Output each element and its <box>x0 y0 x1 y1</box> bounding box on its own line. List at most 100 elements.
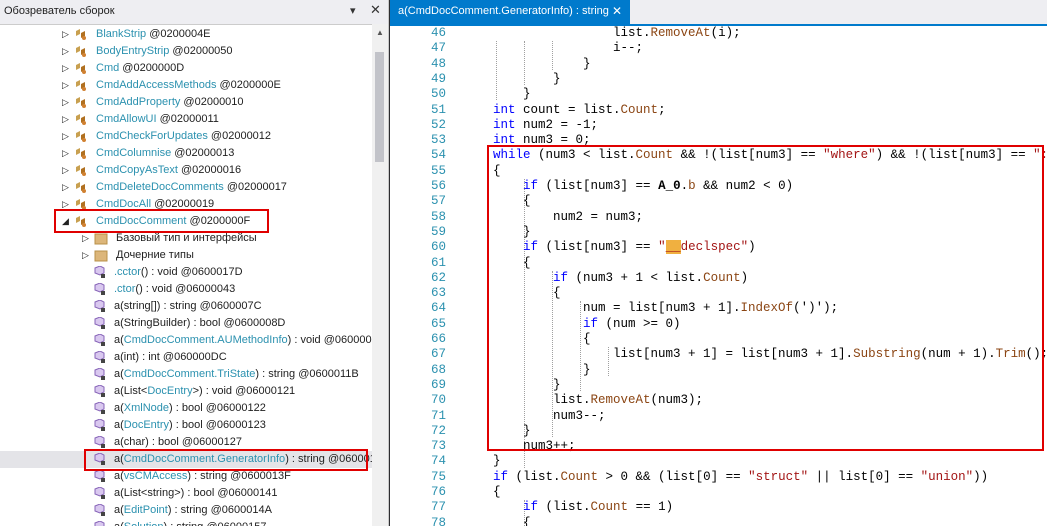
tab-close-icon[interactable]: ✕ <box>612 4 622 18</box>
tree-method-item[interactable]: a(Solution) : string @06000157 <box>0 519 372 526</box>
expand-arrow-icon[interactable]: ▷ <box>62 179 72 196</box>
tree-item-name: Cmd <box>96 62 120 74</box>
line-number: 71 <box>430 408 446 423</box>
code-line[interactable]: } <box>493 454 501 468</box>
tree-class-item[interactable]: ▷ Cmd @0200000D <box>0 60 372 77</box>
code-line[interactable]: { <box>493 516 531 526</box>
method-icon <box>92 282 106 296</box>
tree-item-label-part: a(int) : int @060000DC <box>114 351 227 363</box>
tree-method-item[interactable]: a(XmlNode) : bool @06000122 <box>0 400 372 417</box>
tree-class-item[interactable]: ▷ CmdAllowUI @02000011 <box>0 111 372 128</box>
tree-scrollbar[interactable]: ▲ <box>372 24 388 526</box>
code-line[interactable]: if (list.Count > 0 && (list[0] == "struc… <box>493 470 988 484</box>
tree-class-item[interactable]: ▷ CmdColumnise @02000013 <box>0 145 372 162</box>
tree-method-item[interactable]: a(List<string>) : bool @06000141 <box>0 485 372 502</box>
tree-item-label-part: Solution <box>124 521 164 526</box>
scrollbar-thumb[interactable] <box>375 52 384 162</box>
line-number: 62 <box>430 270 446 285</box>
expand-arrow-icon[interactable]: ▷ <box>62 111 72 128</box>
tree-item-label-part: a(List<string>) : bool @06000141 <box>114 487 278 499</box>
expand-arrow-icon[interactable]: ▷ <box>62 162 72 179</box>
code-line[interactable]: int count = list.Count; <box>493 103 666 117</box>
tree-item-label: a(DocEntry) : bool @06000123 <box>114 417 266 434</box>
expand-arrow-icon[interactable]: ▷ <box>62 26 72 43</box>
tree-class-item[interactable]: ▷ CmdAddProperty @02000010 <box>0 94 372 111</box>
method-icon <box>92 520 106 526</box>
method-icon <box>92 418 106 432</box>
tree-item-label: BodyEntryStrip @02000050 <box>96 43 233 60</box>
tree-item-label: a(CmdDocComment.TriState) : string @0600… <box>114 366 359 383</box>
tree-class-item[interactable]: ▷ CmdCheckForUpdates @02000012 <box>0 128 372 145</box>
tree-item-address: @02000012 <box>207 130 272 142</box>
tree-item-label: BlankStrip @0200004E <box>96 26 211 43</box>
tree-method-item[interactable]: a(CmdDocComment.TriState) : string @0600… <box>0 366 372 383</box>
code-line[interactable]: } <box>493 57 591 71</box>
line-number: 48 <box>430 56 446 71</box>
expand-arrow-icon[interactable]: ▷ <box>82 247 92 264</box>
code-line[interactable]: int num2 = -1; <box>493 118 598 132</box>
tree-item-address: @02000011 <box>156 113 219 125</box>
tree-method-item[interactable]: a(DocEntry) : bool @06000123 <box>0 417 372 434</box>
assembly-explorer-panel: Обозреватель сборок ▾ ✕ ▷ BlankStrip @020… <box>0 0 389 526</box>
tree-item-label-part: ) : string @0600014A <box>167 504 272 516</box>
tree-item-label-part: a( <box>114 521 124 526</box>
tree-item-name: Базовый тип и интерфейсы <box>116 232 257 244</box>
tree-item-label-part: a( <box>114 368 124 380</box>
folder-icon <box>94 249 108 262</box>
tree-item-label-part: ) : string @0600011B <box>255 368 359 380</box>
tree-item-label-part: .ctor <box>114 283 136 295</box>
tree-class-item[interactable]: ▷ BodyEntryStrip @02000050 <box>0 43 372 60</box>
tree-item-label: Cmd @0200000D <box>96 60 184 77</box>
tree-item-label-part: () : void @06000043 <box>135 283 236 295</box>
tree-item-label-part: a(StringBuilder) : bool @0600008D <box>114 317 286 329</box>
expand-arrow-icon[interactable]: ▷ <box>62 60 72 77</box>
tree-class-item[interactable]: ▷ CmdDeleteDocComments @02000017 <box>0 179 372 196</box>
tree-method-item[interactable]: a(CmdDocComment.AUMethodInfo) : void @06… <box>0 332 372 349</box>
code-editor-panel: a(CmdDocComment.GeneratorInfo) : string … <box>390 0 1047 526</box>
tree-class-item[interactable]: ▷ CmdAddAccessMethods @0200000E <box>0 77 372 94</box>
tree-class-item[interactable]: ▷ CmdCopyAsText @02000016 <box>0 162 372 179</box>
editor-tab-active[interactable]: a(CmdDocComment.GeneratorInfo) : string … <box>390 0 630 24</box>
tree-item-name: CmdDeleteDocComments <box>96 181 224 193</box>
tree-item-label-part: ) : void @0600000C <box>287 334 372 346</box>
tree-method-item[interactable]: a(StringBuilder) : bool @0600008D <box>0 315 372 332</box>
scroll-up-icon[interactable]: ▲ <box>376 28 384 37</box>
line-number: 64 <box>430 301 446 316</box>
code-line[interactable]: } <box>493 87 531 101</box>
code-token: { <box>493 515 531 526</box>
tree-class-item[interactable]: ▷ BlankStrip @0200004E <box>0 26 372 43</box>
expand-arrow-icon[interactable]: ▷ <box>62 128 72 145</box>
tree-method-item[interactable]: a(List<DocEntry>) : void @06000121 <box>0 383 372 400</box>
code-line[interactable]: { <box>493 485 501 499</box>
tree-item-label-part: a( <box>114 402 124 414</box>
line-number: 61 <box>430 255 446 270</box>
expand-arrow-icon[interactable]: ▷ <box>62 77 72 94</box>
code-line[interactable]: if (list.Count == 1) <box>493 500 673 514</box>
tree-item-address: @0200004E <box>146 28 211 40</box>
code-token: Count <box>620 102 659 117</box>
tree-method-item[interactable]: a(int) : int @060000DC <box>0 349 372 366</box>
code-line[interactable]: list.RemoveAt(i); <box>493 26 741 40</box>
line-number: 77 <box>430 500 446 515</box>
class-icon <box>74 130 88 143</box>
tree-item-label: CmdColumnise @02000013 <box>96 145 234 162</box>
code-token: if <box>493 469 509 484</box>
tree-method-item[interactable]: .cctor() : void @0600017D <box>0 264 372 281</box>
method-icon <box>92 350 106 364</box>
tree-item-label-part: ) : bool @06000122 <box>169 402 266 414</box>
tree-method-item[interactable]: .ctor() : void @06000043 <box>0 281 372 298</box>
tree-item-label-part: CmdDocComment.AUMethodInfo <box>123 334 288 346</box>
expand-arrow-icon[interactable]: ▷ <box>62 94 72 111</box>
tree-folder-item[interactable]: ▷ Дочерние типы <box>0 247 372 264</box>
expand-arrow-icon[interactable]: ▷ <box>62 43 72 60</box>
expand-arrow-icon[interactable]: ▷ <box>62 145 72 162</box>
close-icon[interactable]: ✕ <box>370 3 384 17</box>
tree-method-item[interactable]: a(EditPoint) : string @0600014A <box>0 502 372 519</box>
tree-item-name: CmdColumnise <box>96 147 172 159</box>
line-number: 47 <box>430 41 446 56</box>
code-line[interactable]: i--; <box>493 41 643 55</box>
code-line[interactable]: } <box>493 72 561 86</box>
tree-method-item[interactable]: a(string[]) : string @0600007C <box>0 298 372 315</box>
dropdown-icon[interactable]: ▾ <box>350 4 362 18</box>
